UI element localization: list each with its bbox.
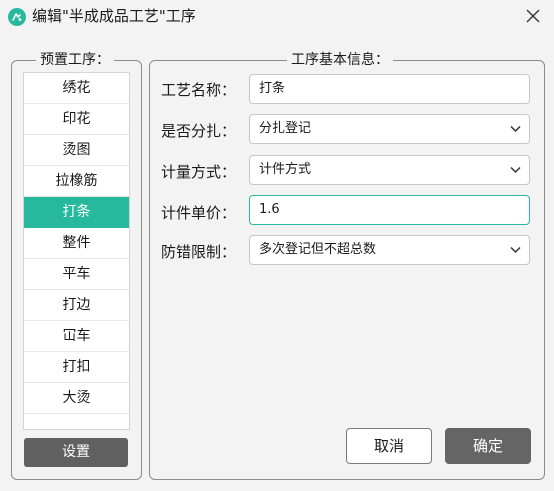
preset-process-item[interactable]: 烫图 <box>24 135 129 166</box>
chevron-down-icon <box>510 246 521 254</box>
preset-process-item[interactable]: 印花 <box>24 104 129 135</box>
preset-process-item[interactable]: 打边 <box>24 290 129 321</box>
preset-process-item[interactable]: 打扣 <box>24 352 129 383</box>
error-limit-label: 防错限制： <box>161 243 237 261</box>
bundle-value: 分扎登记 <box>259 121 312 136</box>
chevron-down-icon <box>510 125 521 133</box>
preset-process-item[interactable]: 平车 <box>24 259 129 290</box>
process-name-value: 打条 <box>259 81 286 96</box>
process-info-group: 工序基本信息： 工艺名称： 打条 是否分扎： 分扎登记 计量方式： 计件方式 计… <box>149 51 545 480</box>
process-name-input[interactable]: 打条 <box>249 74 530 104</box>
confirm-button[interactable]: 确定 <box>445 428 531 464</box>
error-limit-select[interactable]: 多次登记但不超总数 <box>249 235 530 265</box>
measure-label: 计量方式： <box>161 163 237 181</box>
unit-price-value: 1.6 <box>259 202 280 217</box>
unit-price-input[interactable]: 1.6 <box>249 195 530 225</box>
preset-process-group: 预置工序： 绣花 印花 烫图 拉橡筋 打条 整件 平车 打边 冚车 打扣 大烫 设置 <box>11 51 142 480</box>
preset-process-item[interactable]: 整件 <box>24 228 129 259</box>
preset-process-item[interactable]: 绣花 <box>24 73 129 104</box>
bundle-select[interactable]: 分扎登记 <box>249 114 530 144</box>
title-bar: 编辑"半成成品工艺"工序 <box>0 0 554 34</box>
cancel-button[interactable]: 取消 <box>346 428 432 464</box>
process-name-label: 工艺名称： <box>161 81 237 99</box>
error-limit-value: 多次登记但不超总数 <box>259 242 377 257</box>
close-button[interactable] <box>518 3 548 29</box>
preset-process-item[interactable]: 打条 <box>24 197 129 228</box>
preset-process-list[interactable]: 绣花 印花 烫图 拉橡筋 打条 整件 平车 打边 冚车 打扣 大烫 <box>23 72 130 430</box>
close-icon <box>526 9 540 23</box>
bundle-label: 是否分扎： <box>161 122 237 140</box>
unit-price-label: 计件单价： <box>161 204 237 222</box>
measure-select[interactable]: 计件方式 <box>249 155 530 185</box>
preset-process-item[interactable]: 大烫 <box>24 383 129 414</box>
preset-process-item[interactable]: 拉橡筋 <box>24 166 129 197</box>
preset-process-item[interactable]: 冚车 <box>24 321 129 352</box>
preset-process-legend: 预置工序： <box>36 51 114 69</box>
window-title: 编辑"半成成品工艺"工序 <box>32 7 196 25</box>
settings-button[interactable]: 设置 <box>24 438 128 467</box>
app-logo-icon <box>8 8 26 26</box>
process-info-legend: 工序基本信息： <box>287 51 393 69</box>
measure-value: 计件方式 <box>259 162 312 177</box>
chevron-down-icon <box>510 166 521 174</box>
